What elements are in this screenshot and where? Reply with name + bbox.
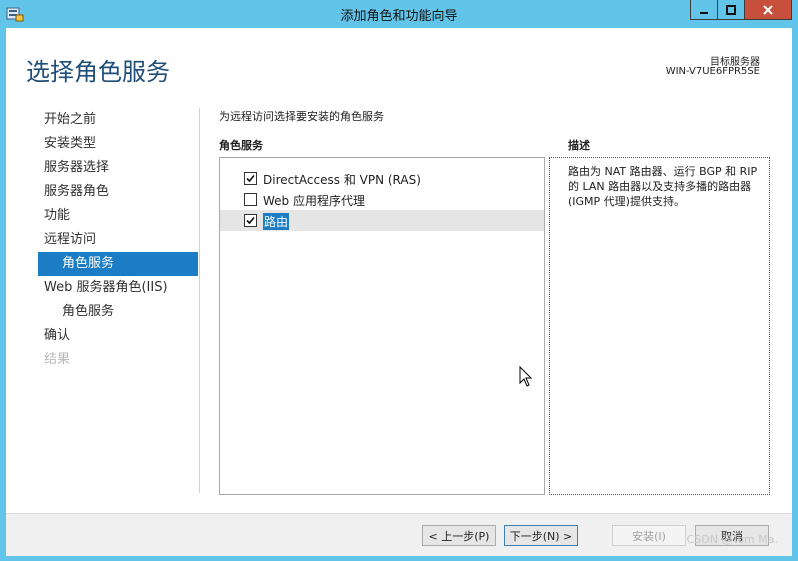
description-header: 描述 [568, 139, 590, 152]
nav-item-results: 结果 [44, 352, 71, 367]
instruction-text: 为远程访问选择要安装的角色服务 [219, 110, 384, 123]
role-row[interactable]: Web 应用程序代理 [220, 189, 544, 210]
window-title: 添加角色和功能向导 [340, 9, 458, 24]
nav-divider [199, 108, 200, 493]
nav-item-role-services-active[interactable]: 角色服务 [38, 252, 198, 276]
title-bar: 添加角色和功能向导 [0, 0, 798, 28]
nav-item-before-you-begin[interactable]: 开始之前 [6, 108, 198, 132]
wizard-footer: < 上一步(P) 下一步(N) > 安装(I) 取消 CSDN @Tom Ma. [6, 513, 792, 556]
nav-item-confirmation[interactable]: 确认 [6, 324, 198, 348]
nav-item-web-server-role[interactable]: Web 服务器角色(IIS) [6, 276, 198, 300]
target-server-value: WIN-V7UE6FPR5SE [665, 66, 760, 77]
nav-item-remote-access[interactable]: 远程访问 [6, 228, 198, 252]
close-icon [763, 4, 773, 15]
role-checkbox-directaccess[interactable] [244, 172, 257, 185]
page-title: 选择角色服务 [26, 58, 170, 86]
role-row-selected[interactable]: 路由 [220, 210, 544, 231]
role-label[interactable]: 路由 [263, 213, 290, 230]
nav-item-features[interactable]: 功能 [6, 204, 198, 228]
watermark: CSDN @Tom Ma. [686, 533, 778, 546]
nav-item-web-role-services[interactable]: 角色服务 [6, 300, 198, 324]
description-panel: 路由为 NAT 路由器、运行 BGP 和 RIP 的 LAN 路由器以及支持多播… [549, 157, 770, 495]
close-button[interactable] [744, 0, 792, 20]
description-text: 路由为 NAT 路由器、运行 BGP 和 RIP 的 LAN 路由器以及支持多播… [568, 165, 758, 208]
mouse-cursor-icon [519, 366, 533, 387]
roles-header: 角色服务 [219, 139, 263, 152]
role-label[interactable]: Web 应用程序代理 [263, 192, 365, 209]
nav-item-installation-type[interactable]: 安装类型 [6, 132, 198, 156]
nav-item-server-selection[interactable]: 服务器选择 [6, 156, 198, 180]
checkmark-icon [246, 216, 255, 225]
role-label[interactable]: DirectAccess 和 VPN (RAS) [263, 171, 421, 188]
minimize-button[interactable] [690, 0, 718, 20]
wizard-frame: 选择角色服务 目标服务器 WIN-V7UE6FPR5SE 开始之前 安装类型 服… [6, 28, 792, 556]
wizard-nav: 开始之前 安装类型 服务器选择 服务器角色 功能 远程访问 角色服务 Web 服… [6, 108, 198, 372]
install-button: 安装(I) [612, 525, 686, 546]
nav-item-server-roles[interactable]: 服务器角色 [6, 180, 198, 204]
previous-button[interactable]: < 上一步(P) [422, 525, 496, 546]
role-checkbox-routing[interactable] [244, 214, 257, 227]
maximize-button[interactable] [717, 0, 745, 20]
next-button[interactable]: 下一步(N) > [504, 525, 578, 546]
role-checkbox-web-app-proxy[interactable] [244, 193, 257, 206]
role-row[interactable]: DirectAccess 和 VPN (RAS) [220, 168, 544, 189]
checkmark-icon [246, 174, 255, 183]
role-services-list[interactable]: DirectAccess 和 VPN (RAS) Web 应用程序代理 路由 [219, 157, 545, 495]
